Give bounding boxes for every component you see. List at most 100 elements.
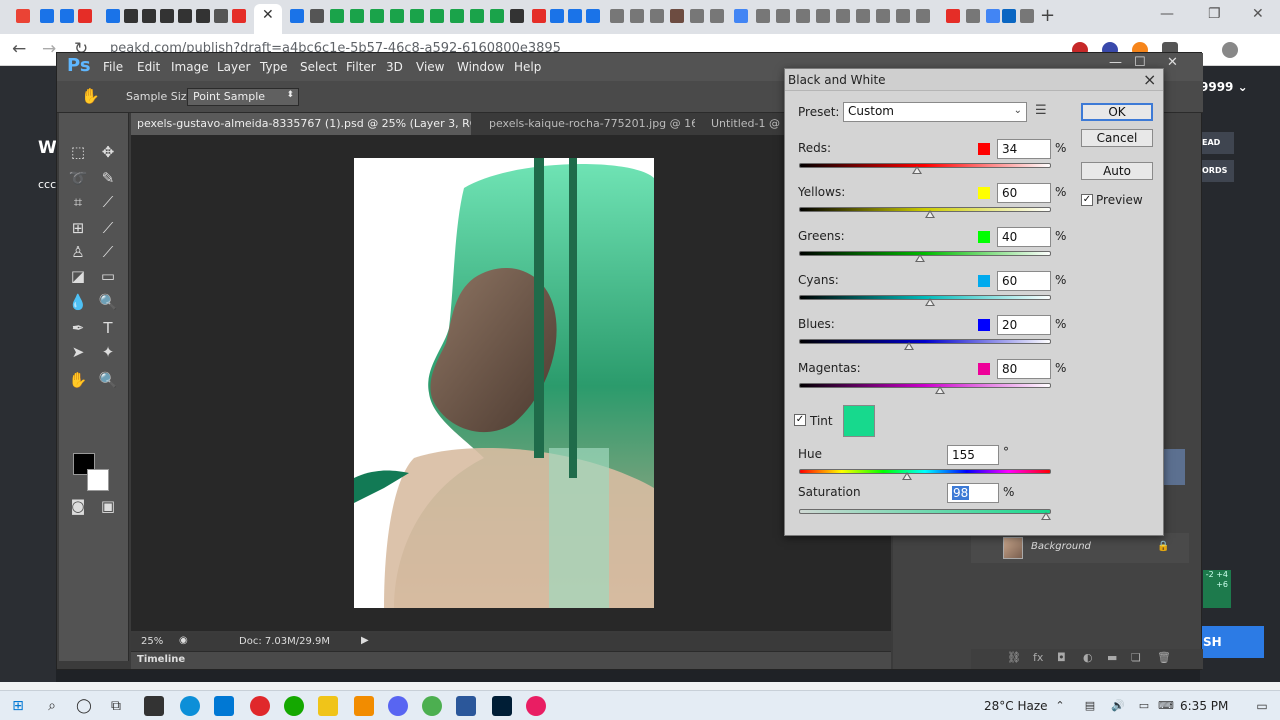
new-layer-icon[interactable]: ❏: [1131, 651, 1141, 664]
ok-button[interactable]: OK: [1081, 103, 1153, 121]
menu-window[interactable]: Window: [457, 60, 504, 74]
tab-icon[interactable]: [142, 9, 156, 23]
tab-icon[interactable]: [946, 9, 960, 23]
menu-edit[interactable]: Edit: [137, 60, 160, 74]
restore-icon[interactable]: ❐: [1208, 6, 1221, 22]
google-tab-icon[interactable]: [986, 9, 1000, 23]
reds-input[interactable]: 34: [997, 139, 1051, 159]
windows-start-icon[interactable]: ⊞: [8, 696, 28, 716]
tab-icon[interactable]: [510, 9, 524, 23]
minimize-icon[interactable]: —: [1160, 6, 1174, 22]
close-window-icon[interactable]: ✕: [1252, 6, 1264, 22]
trash-icon[interactable]: 🗑: [1157, 651, 1171, 664]
back-icon[interactable]: ←: [12, 39, 26, 59]
network-icon[interactable]: ▤: [1080, 696, 1100, 716]
tab-icon[interactable]: [776, 9, 790, 23]
background-color-swatch[interactable]: [87, 469, 109, 491]
tint-color-swatch[interactable]: [843, 405, 875, 437]
path-select-tool-icon[interactable]: ➤: [67, 341, 89, 363]
menu-filter[interactable]: Filter: [346, 60, 376, 74]
tab-icon[interactable]: [586, 9, 600, 23]
blur-tool-icon[interactable]: 💧: [67, 291, 89, 313]
cyans-input[interactable]: 60: [997, 271, 1051, 291]
tab-icon[interactable]: [610, 9, 624, 23]
gradient-tool-icon[interactable]: ▭: [97, 265, 119, 287]
tab-icon[interactable]: [470, 9, 484, 23]
tab-icon[interactable]: [350, 9, 364, 23]
layer-row-background[interactable]: Background 🔒: [971, 533, 1189, 563]
tab-icon[interactable]: [896, 9, 910, 23]
app-icon[interactable]: [526, 696, 546, 716]
greens-slider-track[interactable]: [799, 251, 1051, 256]
saturation-input[interactable]: 98: [947, 483, 999, 503]
quick-select-tool-icon[interactable]: ✎: [97, 167, 119, 189]
upwork-icon[interactable]: [284, 696, 304, 716]
greens-input[interactable]: 40: [997, 227, 1051, 247]
magentas-slider-thumb[interactable]: [935, 386, 945, 394]
tab-icon[interactable]: [60, 9, 74, 23]
eraser-tool-icon[interactable]: ◪: [67, 265, 89, 287]
tab-icon[interactable]: [568, 9, 582, 23]
magentas-input[interactable]: 80: [997, 359, 1051, 379]
ps-close-icon[interactable]: ✕: [1167, 55, 1178, 70]
pen-tool-icon[interactable]: ✒: [67, 317, 89, 339]
brush-tool-icon[interactable]: ⟋: [97, 217, 119, 239]
menu-layer[interactable]: Layer: [217, 60, 250, 74]
tab-icon[interactable]: [106, 9, 120, 23]
greens-slider-thumb[interactable]: [915, 254, 925, 262]
tab-icon[interactable]: [290, 9, 304, 23]
tab-icon[interactable]: [490, 9, 504, 23]
tab-icon[interactable]: [232, 9, 246, 23]
mail-icon[interactable]: [214, 696, 234, 716]
reds-slider-track[interactable]: [799, 163, 1051, 168]
menu-file[interactable]: File: [103, 60, 123, 74]
cyans-slider-thumb[interactable]: [925, 298, 935, 306]
status-icon[interactable]: ◉: [179, 635, 188, 646]
profile-avatar[interactable]: [1222, 42, 1238, 58]
type-tool-icon[interactable]: T: [97, 317, 119, 339]
tab-icon[interactable]: [710, 9, 724, 23]
battery-icon[interactable]: ▭: [1134, 696, 1154, 716]
account-name-fragment[interactable]: 9999 ⌄: [1200, 80, 1248, 94]
google-tab-icon[interactable]: [734, 9, 748, 23]
timeline-panel-header[interactable]: Timeline: [131, 651, 891, 669]
marquee-tool-icon[interactable]: ⬚: [67, 141, 89, 163]
youtube-tab-icon[interactable]: [78, 9, 92, 23]
menu-3d[interactable]: 3D: [386, 60, 403, 74]
yellows-input[interactable]: 60: [997, 183, 1051, 203]
close-tab-icon[interactable]: ✕: [262, 7, 274, 23]
hand-tool-icon[interactable]: ✋: [67, 369, 89, 391]
lock-icon[interactable]: 🔒: [1157, 541, 1169, 552]
eyedropper-tool-preset-icon[interactable]: ✋: [81, 87, 100, 105]
move-tool-icon[interactable]: ✥: [97, 141, 119, 163]
blues-input[interactable]: 20: [997, 315, 1051, 335]
tab-icon[interactable]: [390, 9, 404, 23]
document-canvas[interactable]: [131, 135, 891, 631]
page-side-button[interactable]: EAD: [1200, 132, 1234, 154]
adjustment-icon[interactable]: ◐: [1083, 651, 1093, 664]
shape-tool-icon[interactable]: ✦: [97, 341, 119, 363]
tab-icon[interactable]: [214, 9, 228, 23]
screen-mode-icon[interactable]: ▣: [97, 495, 119, 517]
tab-icon[interactable]: [532, 9, 546, 23]
gmail-tab-icon[interactable]: [16, 9, 30, 23]
tab-icon[interactable]: [410, 9, 424, 23]
tab-icon[interactable]: [40, 9, 54, 23]
group-icon[interactable]: ▬: [1107, 651, 1117, 664]
yellows-slider-thumb[interactable]: [925, 210, 935, 218]
vlc-icon[interactable]: [354, 696, 374, 716]
chrome-icon[interactable]: [422, 696, 442, 716]
tab-icon[interactable]: [330, 9, 344, 23]
tab-document-1[interactable]: pexels-gustavo-almeida-8335767 (1).psd @…: [131, 113, 471, 135]
tab-document-3[interactable]: Untitled-1 @ 10: [705, 113, 795, 135]
dialog-titlebar[interactable]: Black and White ×: [785, 69, 1163, 91]
tab-document-2[interactable]: pexels-kaique-rocha-775201.jpg @ 16....: [483, 113, 695, 135]
magentas-slider-track[interactable]: [799, 383, 1051, 388]
page-side-button[interactable]: ORDS: [1200, 160, 1234, 182]
link-layers-icon[interactable]: ⛓: [1007, 651, 1021, 664]
hue-slider-thumb[interactable]: [902, 472, 912, 480]
volume-icon[interactable]: 🔊: [1108, 696, 1128, 716]
tab-icon[interactable]: [1020, 9, 1034, 23]
tab-icon[interactable]: [796, 9, 810, 23]
lasso-tool-icon[interactable]: ➰: [67, 167, 89, 189]
